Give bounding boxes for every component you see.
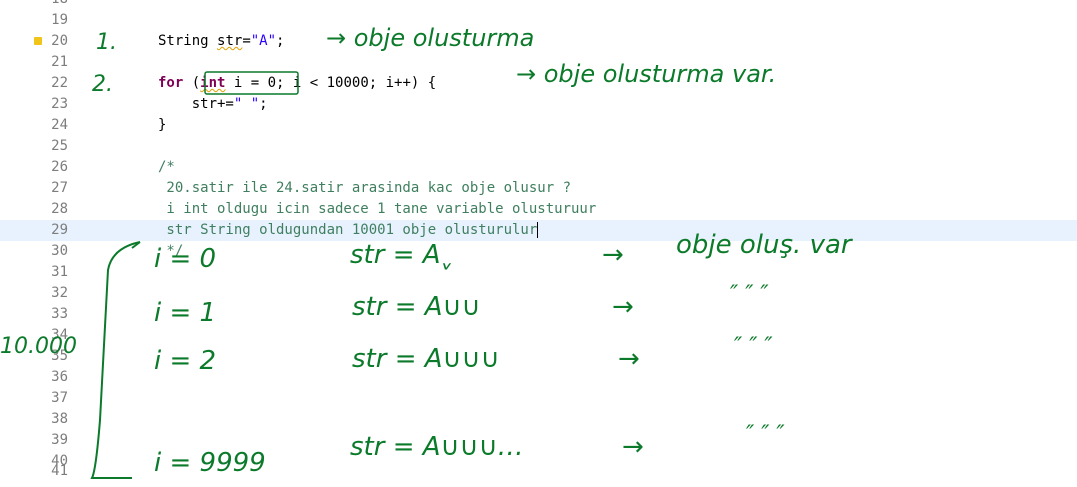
ink-i-value: i = 1: [154, 298, 217, 328]
ink-ditto: ″ ″ ″: [746, 422, 785, 447]
ink-ditto: ″ ″ ″: [734, 334, 773, 359]
ink-arrow: →: [618, 344, 640, 374]
ink-bracket: [90, 241, 141, 479]
ink-arrow: →: [612, 292, 634, 322]
ink-result-note: obje oluş. var: [676, 230, 852, 260]
ink-str-value: str = A∪∪: [352, 292, 481, 322]
ink-note-line-20: → obje olusturma: [326, 24, 535, 52]
ink-arrow: →: [602, 240, 624, 270]
ink-box-around-int-i: [204, 71, 299, 95]
ink-number-1: 1.: [96, 30, 117, 55]
ink-arrow: →: [622, 432, 644, 462]
ink-ditto: ″ ″ ″: [730, 282, 769, 307]
ink-i-value: i = 9999: [154, 448, 266, 478]
ink-i-value: i = 0: [154, 244, 217, 274]
ink-str-value: str = A∪∪∪: [352, 344, 500, 374]
ink-str-value: str = Aˬ: [350, 240, 454, 270]
ink-i-value: i = 2: [154, 346, 217, 376]
ink-count: 10.000: [0, 334, 77, 359]
ink-number-2: 2.: [92, 72, 113, 97]
ink-str-value: str = A∪∪∪…: [350, 432, 524, 462]
ink-note-line-22: → obje olusturma var.: [516, 60, 777, 88]
